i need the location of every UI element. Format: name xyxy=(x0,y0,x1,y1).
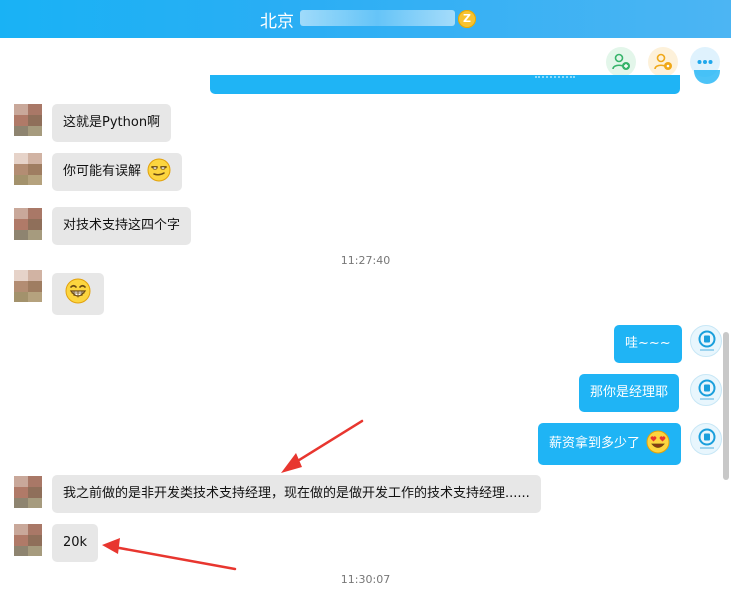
logo-icon xyxy=(698,379,716,400)
self-message-bubble: 那你是经理耶 xyxy=(579,374,680,412)
contact-avatar[interactable] xyxy=(14,153,42,185)
more-icon xyxy=(697,60,713,64)
person-add-icon xyxy=(612,53,630,70)
contact-avatar[interactable] xyxy=(14,208,42,240)
message-bubble: 20k xyxy=(52,524,99,562)
add-member-button[interactable] xyxy=(606,47,636,77)
title-bar: 北京 Z xyxy=(0,0,731,38)
contact-avatar[interactable] xyxy=(14,524,42,556)
timestamp: 11:27:40 xyxy=(340,254,391,267)
contact-avatar[interactable] xyxy=(14,270,42,302)
scrollbar[interactable] xyxy=(723,332,729,480)
message-bubble xyxy=(52,273,104,315)
person-settings-icon xyxy=(654,53,672,70)
smirk-emoji-icon xyxy=(147,158,171,182)
redacted-title-text xyxy=(300,10,455,26)
contact-avatar[interactable] xyxy=(14,476,42,508)
timestamp: 11:30:07 xyxy=(340,573,391,586)
self-avatar-partial xyxy=(694,70,720,84)
annotation-arrow-icon xyxy=(281,419,364,473)
self-avatar[interactable] xyxy=(690,423,722,455)
message-text: 我之前做的是非开发类技术支持经理，现在做的是做开发工作的技术支持经理...... xyxy=(63,486,530,501)
self-avatar[interactable] xyxy=(690,374,722,406)
message-text: 20k xyxy=(63,535,88,550)
self-message-bubble: 薪资拿到多少了 xyxy=(538,423,682,465)
message-text: 这就是Python啊 xyxy=(63,115,161,130)
logo-icon xyxy=(698,428,716,449)
self-avatar[interactable] xyxy=(690,325,722,357)
message-bubble: 对技术支持这四个字 xyxy=(52,207,192,245)
message-text: 薪资拿到多少了 xyxy=(549,436,641,451)
redacted-text xyxy=(535,76,575,82)
grin-emoji-icon xyxy=(65,278,91,303)
message-bubble: 我之前做的是非开发类技术支持经理，现在做的是做开发工作的技术支持经理...... xyxy=(52,475,541,513)
contact-avatar[interactable] xyxy=(14,104,42,136)
annotation-arrow-icon xyxy=(102,538,237,571)
message-text: 你可能有误解 xyxy=(63,164,142,179)
message-text: 对技术支持这四个字 xyxy=(63,218,181,233)
logo-icon xyxy=(698,330,716,351)
message-bubble: 你可能有误解 xyxy=(52,153,183,191)
group-profile-button[interactable] xyxy=(648,47,678,77)
message-text: 那你是经理耶 xyxy=(590,385,669,400)
heart-eyes-emoji-icon xyxy=(646,430,670,454)
vip-badge-icon: Z xyxy=(458,10,476,28)
self-message-bubble: 哇~~~ xyxy=(614,325,682,363)
message-text: 哇~~~ xyxy=(625,336,671,351)
previous-message-bubble xyxy=(210,75,680,94)
chat-title: 北京 xyxy=(260,12,294,32)
message-bubble: 这就是Python啊 xyxy=(52,104,172,142)
